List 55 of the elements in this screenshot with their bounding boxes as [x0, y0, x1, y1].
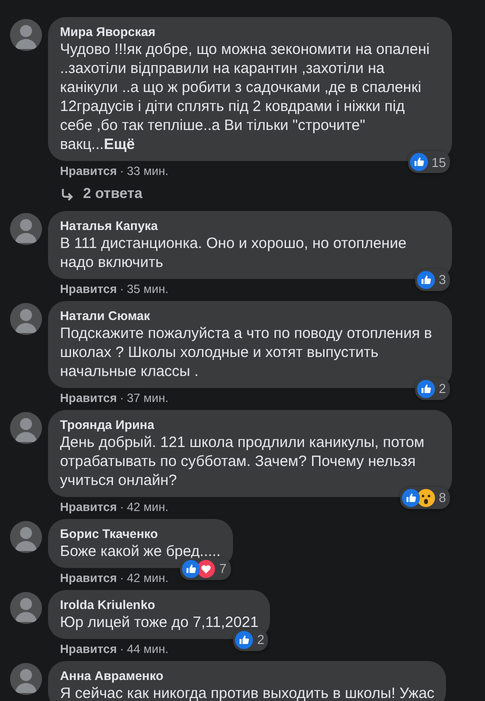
reaction-count-badge[interactable]: 15: [408, 151, 450, 173]
like-icon: [410, 153, 428, 171]
reaction-count-badge[interactable]: 2: [233, 628, 268, 650]
separator-dot: ·: [120, 282, 124, 296]
author-name[interactable]: Троянда Ирина: [60, 416, 440, 432]
reply-arrow-icon: [60, 188, 75, 200]
like-link[interactable]: Нравится: [60, 570, 117, 584]
comment-time[interactable]: 44 мин.: [126, 642, 168, 656]
separator-dot: ·: [120, 164, 124, 178]
like-icon: [235, 630, 254, 648]
like-icon: [182, 560, 200, 578]
like-link[interactable]: Нравится: [60, 282, 117, 296]
avatar[interactable]: [10, 412, 42, 444]
reaction-count-badge[interactable]: 2: [414, 378, 450, 400]
comment-text: День добрый. 121 школа продлили каникулы, потом отрабатывать по субботам. Зачем? Почему нельзя учиться онлайн?: [60, 432, 426, 490]
like-link[interactable]: Нравится: [60, 390, 117, 404]
like-link[interactable]: Нравится: [60, 500, 117, 514]
comment-text: Юр лицей тоже до 7,11,2021: [60, 612, 258, 632]
like-icon: [402, 488, 420, 506]
avatar[interactable]: [10, 662, 42, 694]
see-more-link[interactable]: Ещё: [104, 136, 135, 153]
comment-text: В 111 дистанционка. Оно и хорошо, но отопление надо включить: [60, 234, 408, 272]
comment-text: Боже какой же бред.....: [60, 542, 220, 560]
comment-time[interactable]: 33 мин.: [126, 164, 168, 178]
separator-dot: ·: [120, 500, 124, 514]
comment-time[interactable]: 35 мин.: [126, 282, 168, 296]
avatar[interactable]: [10, 302, 42, 334]
like-link[interactable]: Нравится: [60, 642, 117, 656]
author-name[interactable]: Натали Сюмак: [60, 308, 440, 324]
author-name[interactable]: Irolda Kriulenko: [60, 596, 258, 612]
avatar[interactable]: [10, 520, 42, 552]
comment-text: Я сейчас как никогда против выходить в школы! Ужас: [60, 684, 434, 701]
avatar[interactable]: [10, 212, 42, 244]
reaction-count-badge[interactable]: 7: [180, 558, 230, 580]
avatar[interactable]: [10, 19, 42, 51]
separator-dot: ·: [120, 642, 124, 656]
author-name[interactable]: Борис Ткаченко: [60, 526, 220, 542]
comment-time[interactable]: 42 мин.: [126, 570, 168, 584]
like-icon: [416, 380, 435, 398]
view-replies-link[interactable]: 2 ответа: [60, 186, 142, 202]
avatar[interactable]: [10, 592, 42, 624]
surprised-face-icon: [416, 488, 435, 506]
reaction-count-badge[interactable]: 3: [414, 268, 450, 290]
separator-dot: ·: [120, 570, 124, 584]
like-icon: [416, 270, 435, 288]
reaction-count-badge[interactable]: 8: [400, 486, 450, 508]
separator-dot: ·: [120, 390, 124, 404]
author-name[interactable]: Наталья Капука: [60, 218, 440, 234]
comment-time[interactable]: 37 мин.: [126, 390, 168, 404]
author-name[interactable]: Мира Яворская: [60, 24, 440, 40]
comment-time[interactable]: 42 мин.: [126, 500, 168, 514]
like-link[interactable]: Нравится: [60, 164, 117, 178]
comment-text: Чудово !!!як добре, що можна зекономити на опалені ..захотіли відправили на карантин ,захотіли на канікули ..а що ж робити з садочками ,де в спаленкі 12градусів і діти сплять під 2 ковдрами і ніжки під себе ,бо так тепліше..а Ви тільки "строчите" вакц...Ещё: [60, 40, 431, 154]
author-name[interactable]: Анна Авраменко: [60, 668, 434, 684]
comment-text: Подскажите пожалуйста а что по поводу отопления в школах ? Школы холодные и хотят выпустить начальные классы .: [60, 324, 433, 380]
